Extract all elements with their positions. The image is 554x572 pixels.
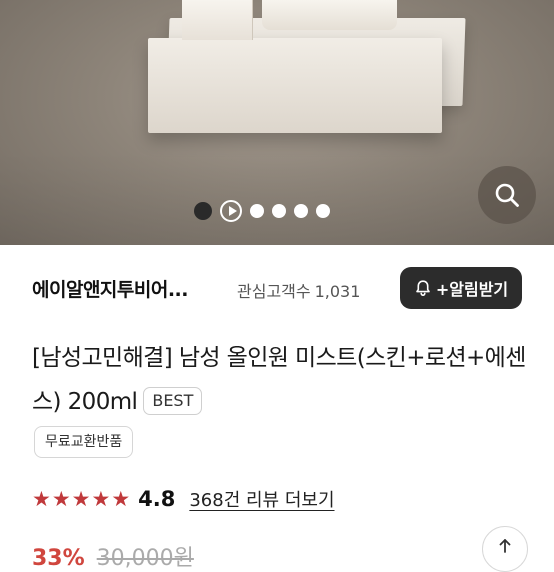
original-price: 30,000원 bbox=[96, 546, 194, 571]
store-row: 에이알앤지투비어... 관심고객수 1,031 +알림받기 bbox=[0, 267, 554, 313]
product-title-block: [남성고민해결] 남성 올인원 미스트(스킨+로션+에센스) 200ml BEST bbox=[32, 336, 532, 424]
price-row: 33% 30,000원 bbox=[32, 540, 194, 572]
carousel-dot-5[interactable] bbox=[294, 204, 308, 218]
video-play-icon[interactable] bbox=[220, 200, 242, 222]
carousel-dot-4[interactable] bbox=[272, 204, 286, 218]
review-more-link[interactable]: 368건 리뷰 더보기 bbox=[189, 486, 334, 512]
share-icon bbox=[499, 539, 511, 553]
free-return-tag: 무료교환반품 bbox=[34, 426, 134, 458]
product-photo-box bbox=[182, 0, 253, 40]
product-image-carousel[interactable] bbox=[0, 0, 554, 245]
follower-number: 1,031 bbox=[314, 282, 361, 301]
star-icon: ★ bbox=[111, 487, 131, 511]
carousel-dot-3[interactable] bbox=[250, 204, 264, 218]
carousel-dot-1[interactable] bbox=[194, 202, 212, 220]
rating-score: 4.8 bbox=[138, 487, 176, 511]
product-photo-floor bbox=[0, 150, 554, 245]
notification-subscribe-label: +알림받기 bbox=[435, 280, 509, 299]
carousel-dot-6[interactable] bbox=[316, 204, 330, 218]
follower-label: 관심고객수 bbox=[237, 282, 311, 301]
carousel-indicators bbox=[194, 200, 330, 222]
rating-row: ★ ★ ★ ★ ★ 4.8 368건 리뷰 더보기 bbox=[32, 484, 335, 514]
search-icon bbox=[495, 183, 519, 207]
zoom-button[interactable] bbox=[478, 166, 536, 224]
star-icon: ★ bbox=[51, 487, 71, 511]
best-badge: BEST bbox=[143, 386, 203, 415]
star-icon: ★ bbox=[32, 487, 51, 511]
star-icon: ★ bbox=[91, 487, 111, 511]
star-icon: ★ bbox=[71, 487, 91, 511]
notification-subscribe-button[interactable]: +알림받기 bbox=[400, 267, 522, 309]
product-photo-stand bbox=[148, 38, 442, 133]
rating-stars: ★ ★ ★ ★ ★ bbox=[32, 487, 130, 511]
store-name-link[interactable]: 에이알앤지투비어... bbox=[32, 275, 189, 302]
share-button[interactable] bbox=[482, 526, 528, 572]
product-photo-bottle bbox=[262, 0, 397, 30]
discount-rate: 33% bbox=[32, 546, 85, 571]
product-title: [남성고민해결] 남성 올인원 미스트(스킨+로션+에센스) 200ml bbox=[32, 345, 526, 415]
follower-count: 관심고객수 1,031 bbox=[237, 278, 360, 302]
bell-icon bbox=[416, 280, 430, 296]
